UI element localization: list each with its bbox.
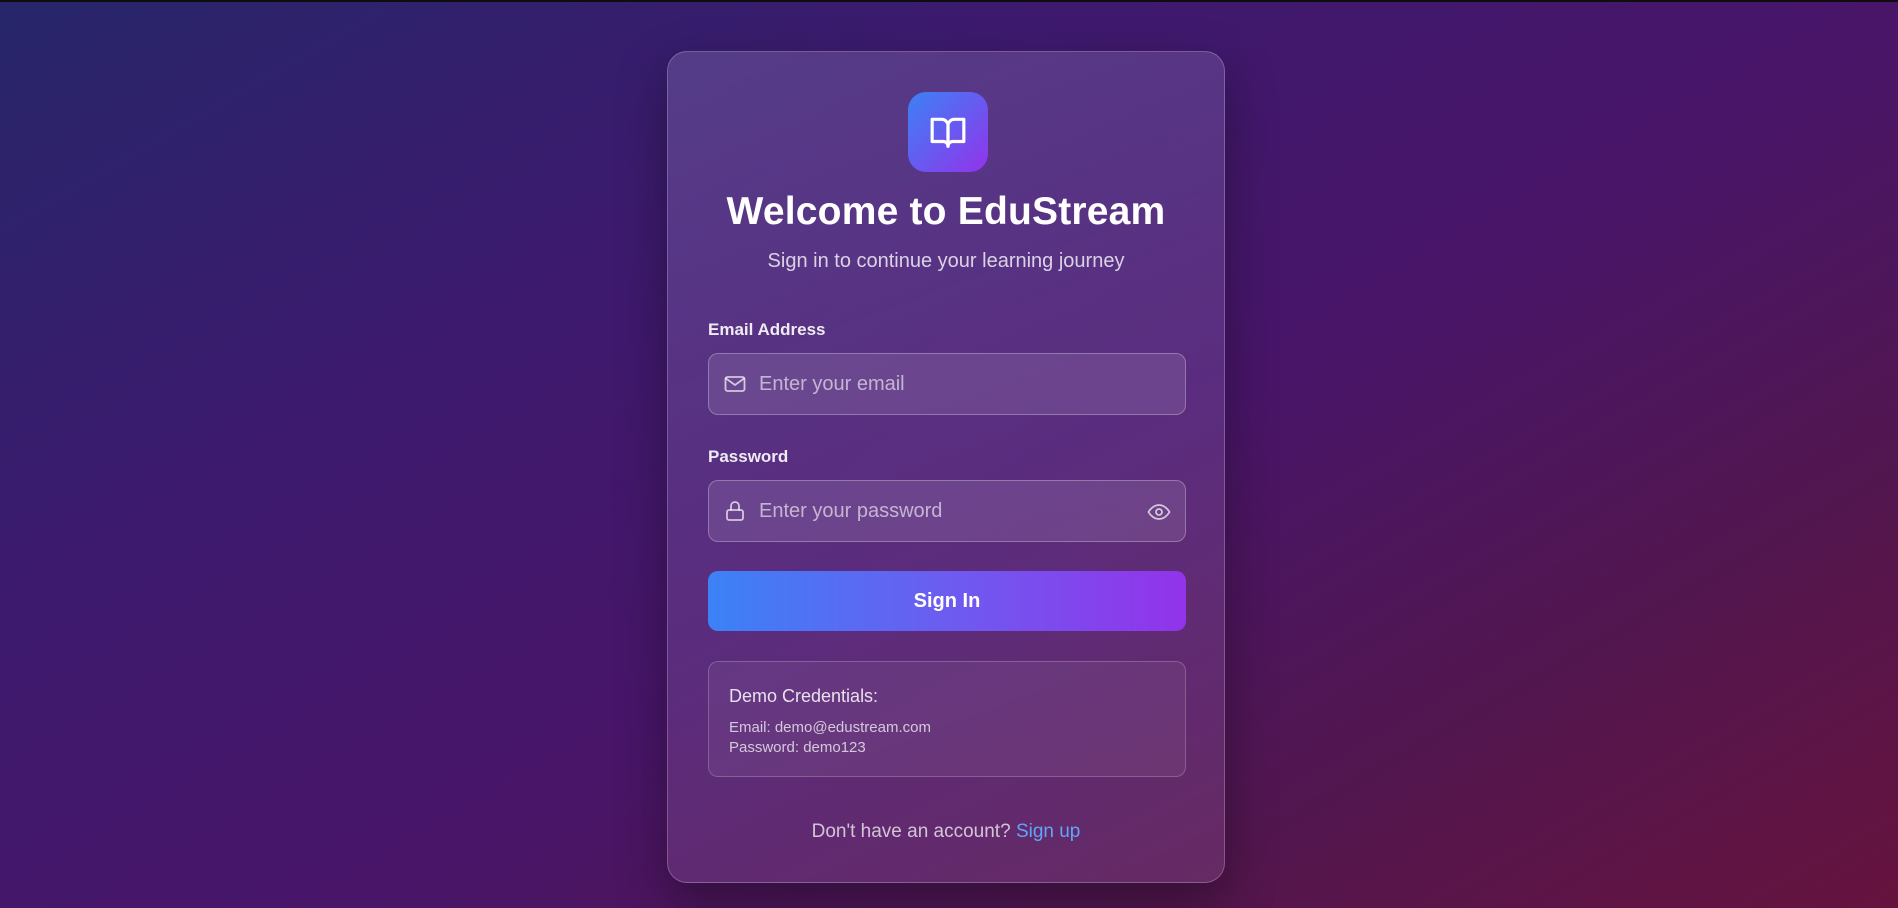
eye-icon[interactable] <box>1147 500 1171 524</box>
mail-icon <box>724 376 746 392</box>
lock-icon <box>726 501 744 521</box>
email-field-wrapper <box>708 353 1186 415</box>
demo-credentials-box: Demo Credentials: Email: demo@edustream.… <box>708 661 1186 777</box>
demo-password: Password: demo123 <box>729 739 866 756</box>
sign-up-link[interactable]: Sign up <box>1016 821 1080 842</box>
demo-email: Email: demo@edustream.com <box>729 719 931 736</box>
signup-prompt: Don't have an account? Sign up <box>668 821 1224 843</box>
sign-in-button[interactable]: Sign In <box>708 571 1186 631</box>
page-title: Welcome to EduStream <box>726 190 1166 233</box>
password-field-wrapper <box>708 480 1186 542</box>
email-input[interactable] <box>759 354 1139 414</box>
window-top-border <box>0 0 1898 2</box>
app-logo <box>908 92 988 172</box>
password-input[interactable] <box>759 481 1139 541</box>
demo-credentials-title: Demo Credentials: <box>729 686 879 706</box>
email-label: Email Address <box>708 320 826 339</box>
signup-prompt-text: Don't have an account? <box>811 821 1016 842</box>
page-subtitle: Sign in to continue your learning journe… <box>767 250 1125 272</box>
password-label: Password <box>708 447 789 466</box>
open-book-icon <box>930 117 966 148</box>
login-card: Welcome to EduStream Sign in to continue… <box>667 51 1225 883</box>
